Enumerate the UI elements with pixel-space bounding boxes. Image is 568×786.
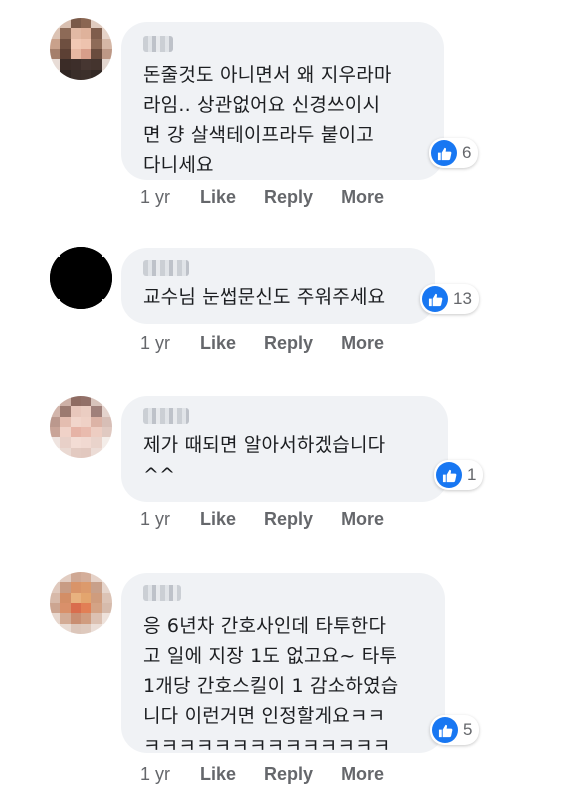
- reply-button[interactable]: Reply: [264, 333, 313, 354]
- comment-actions: 1 yr Like Reply More: [140, 333, 412, 354]
- author-name[interactable]: [143, 585, 181, 601]
- avatar[interactable]: [50, 247, 112, 309]
- reaction-badge[interactable]: 13: [420, 284, 479, 314]
- avatar[interactable]: [50, 18, 112, 80]
- thumbs-up-icon: [436, 462, 462, 488]
- reaction-count: 6: [462, 143, 472, 162]
- comment-text: 돈줄것도 아니면서 왜 지우라마 라임.. 상관없어요 신경쓰이시 면 걍 살색…: [143, 64, 392, 176]
- comment-text: 교수님 눈썹문신도 주워주세요: [143, 286, 386, 308]
- timestamp[interactable]: 1 yr: [140, 764, 200, 785]
- author-name[interactable]: [143, 260, 189, 276]
- comment-bubble: 돈줄것도 아니면서 왜 지우라마 라임.. 상관없어요 신경쓰이시 면 걍 살색…: [121, 22, 444, 180]
- reaction-count: 1: [467, 465, 477, 484]
- comment-actions: 1 yr Like Reply More: [140, 187, 412, 208]
- like-button[interactable]: Like: [200, 333, 236, 354]
- comment-text: 응 6년차 간호사인데 타투한다 고 일에 지장 1도 없고요~ 타투 1개당 …: [143, 615, 399, 757]
- timestamp[interactable]: 1 yr: [140, 509, 200, 530]
- comment-actions: 1 yr Like Reply More: [140, 764, 412, 785]
- reply-button[interactable]: Reply: [264, 509, 313, 530]
- comment-bubble: 교수님 눈썹문신도 주워주세요: [121, 248, 435, 324]
- comment-bubble: 제가 때되면 알아서하겠습니다 ^^: [121, 396, 448, 502]
- more-button[interactable]: More: [341, 509, 384, 530]
- like-button[interactable]: Like: [200, 509, 236, 530]
- comment-actions: 1 yr Like Reply More: [140, 509, 412, 530]
- more-button[interactable]: More: [341, 187, 384, 208]
- reaction-count: 13: [453, 289, 472, 308]
- comment-text: 제가 때되면 알아서하겠습니다 ^^: [143, 434, 386, 486]
- author-name[interactable]: [143, 36, 173, 52]
- thumbs-up-icon: [431, 140, 457, 166]
- reaction-count: 5: [463, 720, 473, 739]
- reaction-badge[interactable]: 5: [430, 715, 480, 745]
- reaction-badge[interactable]: 1: [434, 460, 484, 490]
- avatar[interactable]: [50, 396, 112, 458]
- like-button[interactable]: Like: [200, 764, 236, 785]
- reaction-badge[interactable]: 6: [429, 138, 479, 168]
- reply-button[interactable]: Reply: [264, 764, 313, 785]
- thumbs-up-icon: [422, 286, 448, 312]
- timestamp[interactable]: 1 yr: [140, 187, 200, 208]
- like-button[interactable]: Like: [200, 187, 236, 208]
- more-button[interactable]: More: [341, 333, 384, 354]
- comment-bubble: 응 6년차 간호사인데 타투한다 고 일에 지장 1도 없고요~ 타투 1개당 …: [121, 573, 445, 757]
- thumbs-up-icon: [432, 717, 458, 743]
- author-name[interactable]: [143, 408, 189, 424]
- more-button[interactable]: More: [341, 764, 384, 785]
- avatar[interactable]: [50, 572, 112, 634]
- reply-button[interactable]: Reply: [264, 187, 313, 208]
- timestamp[interactable]: 1 yr: [140, 333, 200, 354]
